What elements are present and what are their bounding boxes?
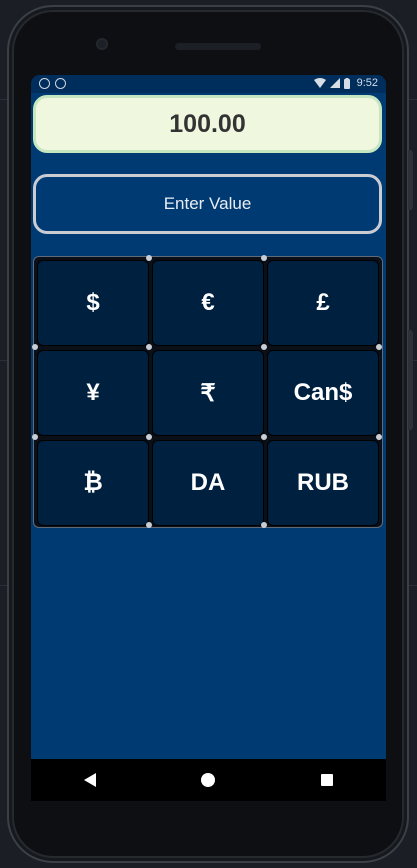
currency-button-euro[interactable]: €	[152, 260, 264, 346]
home-icon	[201, 773, 216, 787]
grid-joint	[261, 255, 267, 261]
grid-joint	[261, 522, 267, 528]
currency-button-bitcoin[interactable]: ₿	[37, 440, 149, 526]
value-text: 100.00	[169, 109, 246, 138]
currency-button-pound[interactable]: £	[267, 260, 379, 346]
enter-value-label: Enter Value	[163, 194, 252, 213]
currency-label: $	[86, 289, 100, 316]
currency-label: ₹	[200, 379, 216, 407]
navigation-bar	[31, 759, 386, 801]
currency-label: DA	[190, 469, 226, 496]
grid-joint	[146, 434, 152, 440]
currency-button-rupee[interactable]: ₹	[152, 350, 264, 436]
wifi-icon	[313, 78, 326, 88]
currency-label: RUB	[297, 469, 349, 496]
value-display: 100.00	[33, 95, 382, 153]
status-time: 9:52	[356, 77, 378, 89]
currency-button-dollar[interactable]: $	[37, 260, 149, 346]
back-icon	[84, 773, 97, 787]
nav-recents-button[interactable]	[297, 759, 357, 801]
grid-joint	[261, 344, 267, 350]
currency-button-ruble[interactable]: RUB	[267, 440, 379, 526]
volume-button[interactable]	[408, 330, 413, 430]
recents-icon	[320, 774, 333, 786]
power-button[interactable]	[408, 150, 413, 210]
enter-value-button[interactable]: Enter Value	[33, 174, 382, 234]
grid-joint	[261, 434, 267, 440]
app-screen: 9:52 100.00 Enter Value $ € £ ¥ ₹ Can$ ₿	[31, 75, 386, 759]
currency-grid: $ € £ ¥ ₹ Can$ ₿ DA RUB	[32, 255, 383, 528]
nav-back-button[interactable]	[60, 759, 120, 801]
front-camera	[96, 38, 108, 50]
notification-a-icon	[39, 78, 50, 89]
currency-label: ₿	[83, 469, 103, 496]
earpiece-speaker	[175, 43, 261, 50]
signal-icon	[329, 78, 340, 88]
currency-label: £	[316, 289, 330, 316]
grid-joint	[146, 522, 152, 528]
currency-label: €	[201, 289, 215, 316]
currency-button-canadian-dollar[interactable]: Can$	[267, 350, 379, 436]
grid-joint	[376, 344, 382, 350]
battery-icon	[343, 77, 350, 89]
nav-home-button[interactable]	[178, 759, 238, 801]
status-notifications	[39, 78, 66, 89]
grid-joint	[32, 344, 38, 350]
currency-label: Can$	[293, 379, 353, 406]
grid-joint	[376, 434, 382, 440]
grid-joint	[146, 344, 152, 350]
currency-button-dinar[interactable]: DA	[152, 440, 264, 526]
currency-label: ¥	[86, 379, 100, 406]
grid-joint	[146, 255, 152, 261]
grid-joint	[32, 434, 38, 440]
currency-button-yen[interactable]: ¥	[37, 350, 149, 436]
status-indicators: 9:52	[313, 77, 378, 89]
status-bar: 9:52	[31, 75, 386, 93]
notification-circle-icon	[55, 78, 66, 89]
